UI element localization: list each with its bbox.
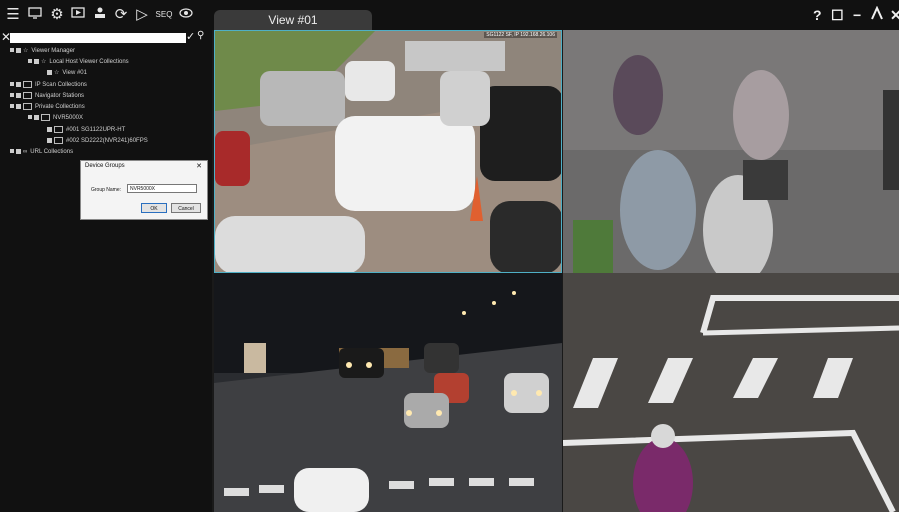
settings-icon[interactable]: ⚙ [49, 6, 65, 24]
tree-item-private[interactable]: Private Collections [10, 102, 85, 112]
camera-view-2[interactable] [563, 30, 899, 273]
tree-label: Local Host Viewer Collections [49, 59, 129, 65]
group-name-label: Group Name: [91, 187, 122, 193]
camera-view-4[interactable] [563, 273, 899, 512]
tree-item-navigator[interactable]: Navigator Stations [10, 91, 84, 101]
camera-tour-icon[interactable] [178, 6, 194, 24]
tree-item-local-host[interactable]: ☆ Local Host Viewer Collections [28, 57, 129, 67]
tree-item-nvr5000x[interactable]: NVR5000X [28, 113, 83, 123]
seq-label: SEQ [155, 10, 173, 19]
camera-view-1[interactable]: SG1122 SF, IP 192.168.26.106 [214, 30, 562, 273]
folder-icon [23, 80, 32, 88]
camera-view-3[interactable] [214, 273, 562, 512]
parking-lot-image [215, 31, 561, 272]
help-icon[interactable]: ? [813, 6, 822, 24]
tree-item-viewer-manager[interactable]: ☆ Viewer Manager [10, 46, 75, 56]
sync-icon[interactable]: ⟳ [113, 6, 129, 24]
play-icon[interactable]: ▷ [134, 6, 150, 24]
camera-icon [54, 125, 63, 133]
motorbike-street-image [563, 30, 899, 273]
search-icon[interactable]: ⚲ [197, 30, 204, 41]
star-icon: ☆ [23, 48, 29, 54]
tree-label: #002 SD2222(NVR241)60FPS [66, 138, 148, 144]
tree-item-ip-scan[interactable]: IP Scan Collections [10, 80, 87, 90]
star-icon: ☆ [41, 59, 47, 65]
top-toolbar: ☰ ⚙ ⟳ ▷ SEQ View #01 ? ☐ − ✕ [0, 0, 899, 30]
ok-button[interactable]: OK [141, 203, 167, 213]
dialog-close-icon[interactable]: ✕ [196, 162, 202, 170]
tree-item-camera-001[interactable]: #001 SG1122UPR-HT [47, 125, 125, 135]
tree-label: Navigator Stations [35, 93, 85, 99]
tree-label: #001 SG1122UPR-HT [66, 127, 126, 133]
confirm-icon[interactable]: ✓ [186, 30, 195, 43]
user-icon[interactable] [871, 5, 883, 24]
server-icon [23, 91, 32, 99]
tree-label: IP Scan Collections [35, 82, 87, 88]
folder-icon [41, 113, 50, 121]
camera-icon [54, 136, 63, 144]
close-icon[interactable]: ✕ [890, 6, 899, 24]
star-icon: ☆ [54, 70, 60, 76]
tree-label: View #01 [62, 70, 87, 76]
minimize-icon[interactable]: − [853, 6, 861, 24]
seq-button[interactable]: SEQ [152, 6, 176, 24]
tree-label: URL Collections [30, 149, 74, 155]
tree-item-view-01[interactable]: ☆ View #01 [47, 68, 87, 78]
maximize-icon[interactable]: ☐ [831, 6, 844, 24]
playback-icon[interactable] [70, 6, 86, 24]
tree-item-url[interactable]: ∞ URL Collections [10, 147, 73, 157]
tree-item-camera-002[interactable]: #002 SD2222(NVR241)60FPS [47, 136, 148, 146]
monitor-icon[interactable] [27, 6, 43, 24]
camera-overlay-text: SG1122 SF, IP 192.168.26.106 [484, 32, 557, 38]
tab-view-01[interactable]: View #01 [214, 10, 372, 30]
tree-label: Private Collections [35, 104, 85, 110]
tab-label: View #01 [268, 13, 318, 27]
device-groups-dialog: Device Groups ✕ Group Name: NVR5000X OK … [80, 160, 208, 220]
group-name-field[interactable]: NVR5000X [127, 184, 197, 193]
cancel-button[interactable]: Cancel [171, 203, 201, 213]
dialog-title: Device Groups [85, 163, 125, 169]
sidebar: ✕ ✓ ⚲ ☆ Viewer Manager ☆ Local Host Viewer… [0, 30, 212, 512]
tree-label: Viewer Manager [31, 48, 75, 54]
link-icon: ∞ [23, 149, 28, 155]
menu-icon[interactable]: ☰ [4, 6, 22, 24]
night-traffic-image [214, 273, 562, 512]
tree-label: NVR5000X [53, 115, 84, 121]
search-input[interactable] [10, 33, 186, 43]
user-upload-icon[interactable] [92, 6, 108, 24]
crosswalk-image [563, 273, 899, 512]
folder-icon [23, 102, 32, 110]
